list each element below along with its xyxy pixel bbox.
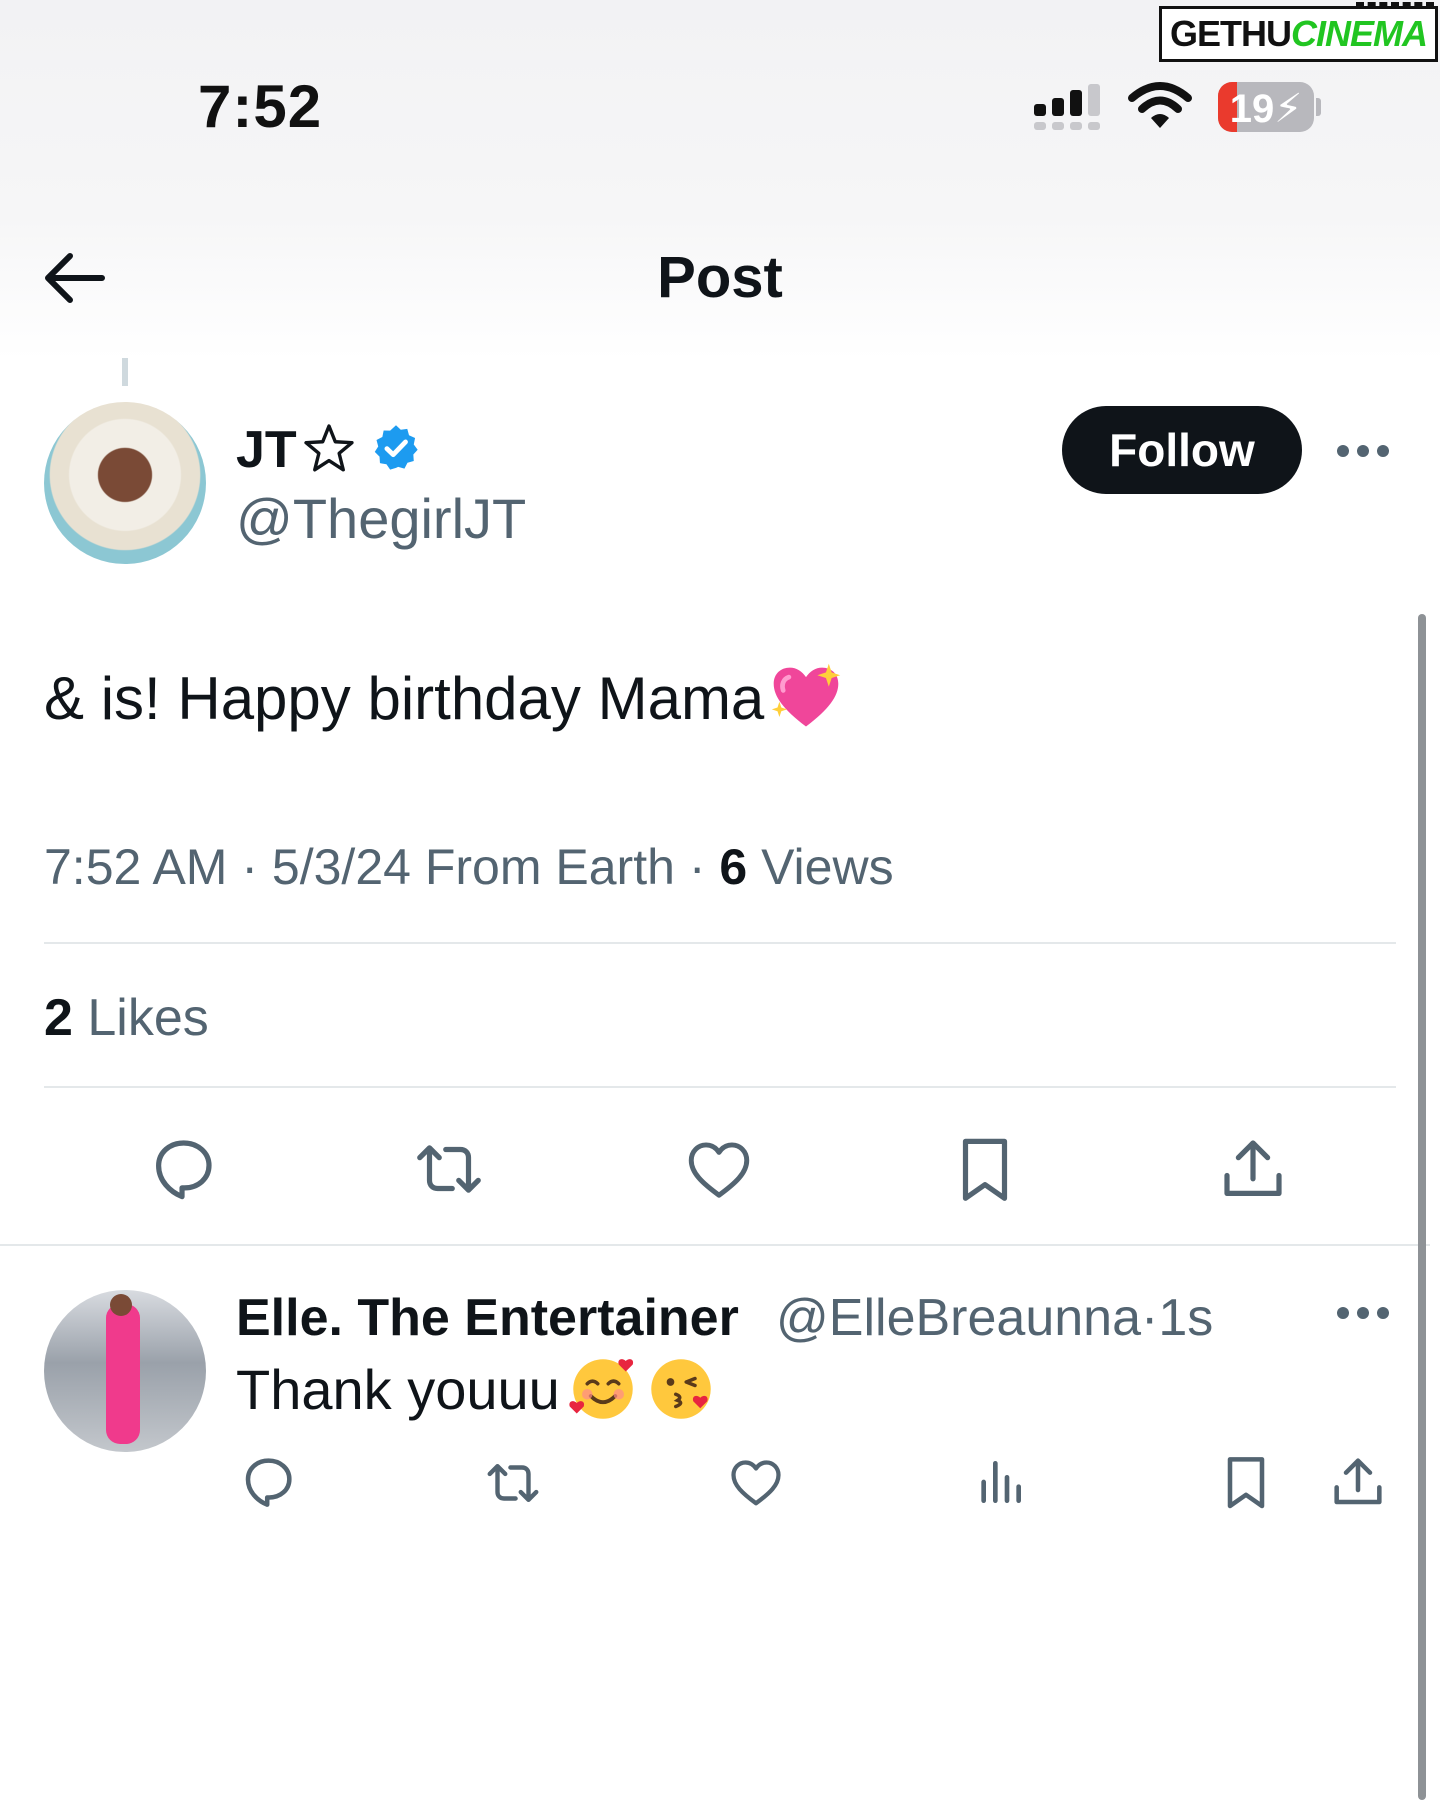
likes-label: Likes	[87, 989, 209, 1047]
more-options-icon[interactable]	[1336, 442, 1390, 460]
battery-indicator: 19⚡	[1218, 82, 1314, 132]
status-time: 7:52	[198, 73, 323, 140]
battery-percent: 19⚡	[1229, 87, 1303, 131]
face-blowing-kiss-icon	[651, 1359, 711, 1419]
author-name[interactable]: JT	[236, 420, 297, 480]
meta-separator: ·	[688, 839, 706, 895]
page-title: Post	[657, 245, 783, 310]
post-source: From Earth	[424, 839, 675, 895]
watermark-text-part1: GETHU	[1170, 13, 1292, 54]
watermark-box: GETHU CINEMA	[1159, 6, 1438, 62]
reply-text-content: Thank youuu	[236, 1357, 560, 1421]
reply-action-like-icon[interactable]	[724, 1452, 788, 1512]
verified-badge-icon	[374, 425, 418, 470]
smiling-face-with-hearts-icon	[569, 1359, 633, 1419]
likes-summary[interactable]: 2 Likes	[44, 988, 209, 1048]
divider	[44, 942, 1396, 944]
watermark-text-part2: CINEMA	[1291, 13, 1428, 54]
views-count: 6	[719, 839, 748, 895]
reply-icon[interactable]	[144, 1130, 222, 1208]
reply-action-repost-icon[interactable]	[480, 1452, 546, 1514]
post-date: 5/3/24	[271, 839, 411, 895]
author-handle[interactable]: @ThegirlJT	[236, 486, 526, 551]
meta-separator: ·	[1141, 1289, 1159, 1347]
post-time: 7:52 AM	[44, 839, 228, 895]
views-label: Views	[761, 839, 894, 895]
reply-text: Thank youuu	[236, 1354, 716, 1424]
follow-button[interactable]: Follow	[1062, 406, 1302, 494]
reply-author-handle[interactable]: @ElleBreaunna	[776, 1289, 1141, 1347]
star-icon	[304, 424, 354, 472]
like-icon[interactable]	[680, 1132, 758, 1206]
reply-action-bookmark-icon[interactable]	[1214, 1450, 1278, 1514]
thread-connector-line	[122, 358, 128, 386]
scrollbar[interactable]	[1418, 614, 1426, 1800]
wifi-icon	[1128, 82, 1192, 128]
bookmark-icon[interactable]	[946, 1130, 1024, 1208]
cellular-signal-icon	[1034, 84, 1100, 130]
author-avatar[interactable]	[44, 402, 206, 564]
battery-cap	[1316, 98, 1321, 116]
meta-separator: ·	[241, 839, 259, 895]
share-icon[interactable]	[1214, 1130, 1292, 1208]
post-text: & is! Happy birthday Mama	[44, 660, 844, 736]
reply-age: 1s	[1158, 1289, 1214, 1347]
watermark-logo: GETHU CINEMA	[1159, 2, 1438, 62]
avatar-head	[110, 1294, 132, 1316]
reply-author-meta: @ElleBreaunna·1s	[776, 1288, 1213, 1348]
divider	[0, 1244, 1430, 1246]
avatar-figure	[106, 1304, 140, 1444]
reply-more-options-icon[interactable]	[1336, 1304, 1390, 1322]
likes-count: 2	[44, 989, 73, 1047]
film-strip-icon	[1356, 2, 1434, 12]
divider	[44, 1086, 1396, 1088]
post-metadata: 7:52 AM · 5/3/24 From Earth · 6 Views	[44, 838, 894, 896]
sparkling-heart-icon	[772, 663, 841, 727]
reply-action-views-icon[interactable]	[972, 1452, 1028, 1512]
reply-author-name[interactable]: Elle. The Entertainer	[236, 1288, 739, 1348]
reply-action-reply-icon[interactable]	[236, 1450, 300, 1514]
reply-author-avatar[interactable]	[44, 1290, 206, 1452]
reply-action-share-icon[interactable]	[1326, 1450, 1390, 1514]
repost-icon[interactable]	[408, 1130, 490, 1208]
post-text-content: & is! Happy birthday Mama	[44, 664, 765, 732]
